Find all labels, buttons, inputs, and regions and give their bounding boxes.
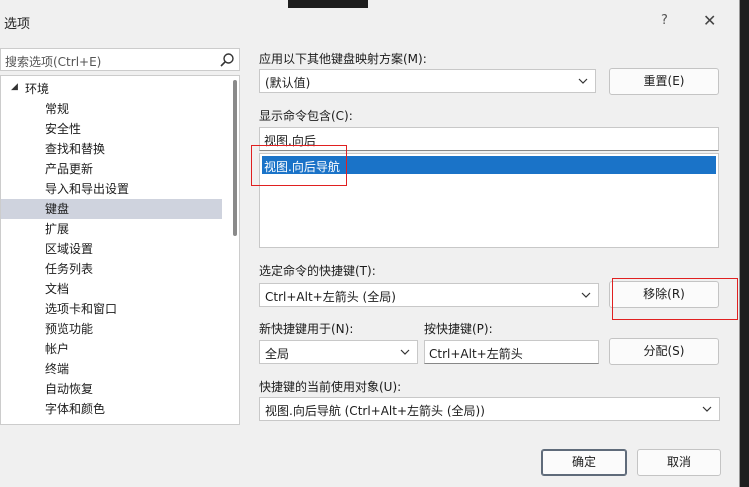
chevron-down-icon — [578, 78, 588, 84]
annotation-highlight-command — [251, 145, 347, 186]
tree-item-regional[interactable]: 区域设置 — [45, 239, 93, 259]
scheme-value: (默认值) — [265, 76, 311, 90]
commands-label: 显示命令包含(C): — [259, 109, 353, 123]
tree-item-autorecover[interactable]: 自动恢复 — [45, 379, 93, 399]
dialog-title: 选项 — [4, 17, 31, 32]
new-shortcut-scope-value: 全局 — [265, 347, 290, 361]
press-keys-label: 按快捷键(P): — [424, 322, 493, 336]
tree-item-fonts-colors[interactable]: 字体和颜色 — [45, 399, 105, 419]
press-keys-value: Ctrl+Alt+左箭头 — [429, 347, 523, 361]
collapse-caret-icon[interactable]: ◢ — [11, 82, 18, 92]
shortcuts-label: 选定命令的快捷键(T): — [259, 264, 376, 278]
shortcuts-select[interactable]: Ctrl+Alt+左箭头 (全局) — [259, 283, 599, 307]
tree-item-import-export[interactable]: 导入和导出设置 — [45, 179, 129, 199]
scheme-label: 应用以下其他键盘映射方案(M): — [259, 52, 427, 66]
tree-item-keyboard: 键盘 — [45, 202, 70, 216]
tree-item-task-list[interactable]: 任务列表 — [45, 259, 93, 279]
tree-item-general[interactable]: 常规 — [45, 99, 69, 119]
options-tree[interactable]: ◢ 环境 常规 安全性 查找和替换 产品更新 导入和导出设置 键盘 扩展 区域设… — [0, 75, 240, 425]
search-input[interactable]: 搜索选项(Ctrl+E) — [0, 48, 240, 71]
tree-item-terminal[interactable]: 终端 — [45, 359, 69, 379]
scheme-select[interactable]: (默认值) — [259, 69, 596, 93]
tree-item-account[interactable]: 帐户 — [45, 339, 69, 359]
tree-item-environment[interactable]: 环境 — [25, 79, 49, 99]
annotation-highlight-remove — [612, 278, 738, 320]
search-icon[interactable] — [219, 52, 235, 68]
background-strip — [288, 0, 368, 8]
new-shortcut-scope-select[interactable]: 全局 — [259, 340, 418, 364]
chevron-down-icon — [400, 349, 410, 355]
tree-item-documents[interactable]: 文档 — [45, 279, 69, 299]
reset-button[interactable]: 重置(E) — [609, 68, 719, 95]
tree-item-product-updates[interactable]: 产品更新 — [45, 159, 93, 179]
used-by-label: 快捷键的当前使用对象(U): — [259, 380, 402, 394]
search-placeholder: 搜索选项(Ctrl+E) — [5, 55, 102, 69]
help-button[interactable]: ? — [661, 13, 668, 28]
tree-item-security[interactable]: 安全性 — [45, 119, 81, 139]
options-dialog: 选项 ? ✕ 搜索选项(Ctrl+E) ◢ 环境 常规 安全性 查找和替换 产品… — [0, 0, 740, 487]
tree-scrollbar[interactable] — [233, 80, 237, 236]
new-shortcut-label: 新快捷键用于(N): — [259, 322, 354, 336]
assign-button[interactable]: 分配(S) — [609, 338, 719, 365]
press-keys-input[interactable]: Ctrl+Alt+左箭头 — [424, 340, 599, 364]
close-button[interactable]: ✕ — [703, 11, 716, 30]
tree-item-preview[interactable]: 预览功能 — [45, 319, 93, 339]
cancel-button[interactable]: 取消 — [637, 449, 721, 476]
shortcuts-value: Ctrl+Alt+左箭头 (全局) — [265, 290, 396, 304]
tree-item-keyboard-selected[interactable]: 键盘 — [1, 199, 222, 219]
used-by-value: 视图.向后导航 (Ctrl+Alt+左箭头 (全局)) — [265, 404, 485, 418]
ok-button[interactable]: 确定 — [541, 449, 627, 476]
tree-item-tabs-windows[interactable]: 选项卡和窗口 — [45, 299, 117, 319]
chevron-down-icon — [702, 406, 712, 412]
used-by-select[interactable]: 视图.向后导航 (Ctrl+Alt+左箭头 (全局)) — [259, 397, 720, 421]
tree-item-extensions[interactable]: 扩展 — [45, 219, 69, 239]
chevron-down-icon — [581, 292, 591, 298]
tree-item-find-replace[interactable]: 查找和替换 — [45, 139, 105, 159]
